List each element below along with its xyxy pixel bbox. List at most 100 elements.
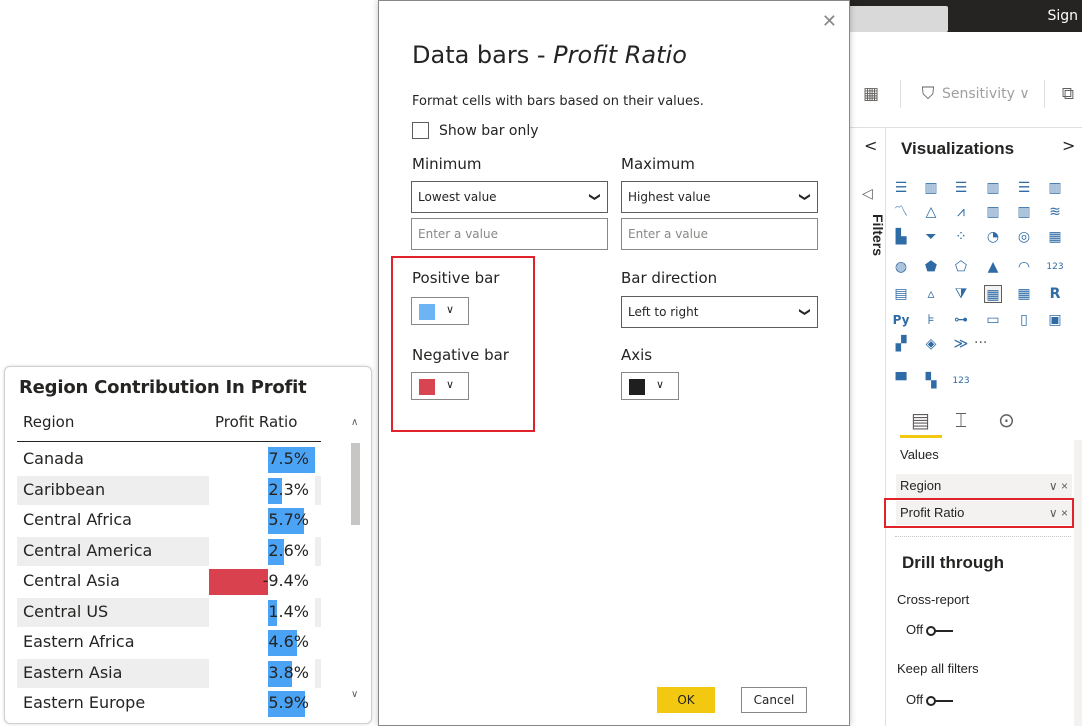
ribbon-chart-icon[interactable]: ≋	[1046, 203, 1064, 221]
maximum-select[interactable]: Highest value ❯	[621, 181, 818, 213]
shape-map-icon[interactable]: ⬠	[952, 258, 970, 276]
donut-chart-icon[interactable]: ◎	[1015, 228, 1033, 246]
highlight-box	[391, 256, 535, 432]
keep-filters-toggle[interactable]: Off	[906, 692, 954, 707]
line-clustered-column-icon[interactable]: ▥	[1015, 203, 1033, 221]
map-icon[interactable]: ◍	[892, 258, 910, 276]
custom-visual-2-icon[interactable]: ▚	[922, 372, 940, 390]
custom-visual-3-icon[interactable]: 123	[952, 372, 970, 390]
collapse-visualizations-icon[interactable]: >	[1062, 136, 1075, 155]
table-row[interactable]: Central Africa 5.7%	[17, 506, 321, 536]
field-well-region[interactable]: Region ∨ ×	[896, 474, 1072, 498]
filled-map-icon[interactable]: ⬟	[922, 258, 940, 276]
power-automate-icon[interactable]: ≫	[952, 335, 970, 353]
funnel-chart-icon[interactable]: ⏷	[922, 228, 940, 246]
clustered-column-chart-icon[interactable]: ▥	[984, 179, 1002, 197]
stacked-bar-chart-icon[interactable]: ☰	[892, 179, 910, 197]
ok-button[interactable]: OK	[657, 687, 715, 713]
chevron-down-icon: ❯	[798, 307, 812, 317]
filters-pane-label[interactable]: Filters	[870, 214, 886, 256]
sensitivity-button[interactable]: Sensitivity ∨	[922, 86, 1030, 102]
ribbon-divider	[1044, 80, 1045, 108]
matrix-icon[interactable]: ▦	[1015, 285, 1033, 303]
100-column-chart-icon[interactable]: ▥	[1046, 179, 1064, 197]
table-row[interactable]: Eastern Europe 5.9%	[17, 689, 321, 719]
stacked-column-chart-icon[interactable]: ▥	[922, 179, 940, 197]
smart-narrative-icon[interactable]: ▯	[1015, 311, 1033, 329]
minimum-value-input[interactable]	[411, 218, 608, 250]
table-row[interactable]: Central America 2.6%	[17, 536, 321, 567]
treemap-icon[interactable]: ▦	[1046, 228, 1064, 246]
axis-color-picker[interactable]: ∨	[621, 372, 679, 400]
maximum-value-input[interactable]	[621, 218, 818, 250]
stacked-area-chart-icon[interactable]: ⩘	[952, 203, 970, 221]
line-chart-icon[interactable]: 〽	[892, 203, 910, 221]
well-controls-icon[interactable]: ∨ ×	[1049, 474, 1068, 498]
area-chart-icon[interactable]: △	[922, 203, 940, 221]
sign-in-link[interactable]: Sign	[1047, 8, 1078, 24]
pane-scrollbar[interactable]	[1074, 440, 1082, 726]
search-box-right[interactable]	[848, 6, 948, 32]
dialog-description: Format cells with bars based on their va…	[412, 94, 704, 109]
python-visual-icon[interactable]: Py	[892, 311, 910, 329]
analytics-tab-icon[interactable]: ⊙	[998, 408, 1015, 432]
region-cell: Eastern Europe	[23, 693, 146, 712]
bar-direction-label: Bar direction	[621, 269, 718, 287]
scroll-up-icon[interactable]: ∧	[351, 417, 358, 428]
visualizations-title: Visualizations	[901, 139, 1015, 158]
table-row[interactable]: Central US 1.4%	[17, 597, 321, 628]
table-row[interactable]: Eastern Africa 4.6%	[17, 628, 321, 658]
column-header-profit-ratio[interactable]: Profit Ratio	[215, 413, 297, 431]
table-row[interactable]: Central Asia -9.4%	[17, 567, 321, 597]
clustered-bar-chart-icon[interactable]: ☰	[952, 179, 970, 197]
table-visual[interactable]: Region Contribution In Profit Region Pro…	[4, 366, 372, 724]
column-header-region[interactable]: Region	[23, 413, 74, 431]
paginated-report-icon[interactable]: ▣	[1046, 311, 1064, 329]
cross-report-toggle[interactable]: Off	[906, 622, 954, 637]
minimum-select[interactable]: Lowest value ❯	[411, 181, 608, 213]
bar-direction-select[interactable]: Left to right ❯	[621, 296, 818, 328]
more-visuals-button[interactable]: ···	[974, 335, 987, 351]
table-row[interactable]: Canada 7.5%	[17, 445, 321, 475]
pie-chart-icon[interactable]: ◔	[984, 228, 1002, 246]
close-icon[interactable]: ✕	[822, 11, 837, 32]
100-bar-chart-icon[interactable]: ☰	[1015, 179, 1033, 197]
waterfall-chart-icon[interactable]: ▙	[892, 228, 910, 246]
table-row[interactable]: Caribbean 2.3%	[17, 475, 321, 506]
card-icon[interactable]: 123	[1046, 258, 1064, 276]
dialog-title: Data bars - Profit Ratio	[412, 41, 687, 69]
format-tab-icon[interactable]: ⌶	[955, 408, 967, 432]
collapse-filters-icon[interactable]: <	[864, 136, 877, 155]
chevron-down-icon: ∨	[656, 378, 665, 391]
line-column-chart-icon[interactable]: ▥	[984, 203, 1002, 221]
r-visual-icon[interactable]: R	[1046, 285, 1064, 303]
publish-icon[interactable]: ⧉	[1058, 84, 1078, 104]
profit-ratio-cell: -9.4%	[209, 567, 315, 597]
show-bar-only-checkbox[interactable]	[412, 122, 429, 139]
axis-label: Axis	[621, 346, 653, 364]
fields-tab-icon[interactable]: ▤	[911, 408, 930, 432]
cancel-button[interactable]: Cancel	[741, 687, 807, 713]
show-bar-only-label[interactable]: Show bar only	[439, 123, 539, 139]
slicer-icon[interactable]: ⧩	[952, 285, 970, 303]
azure-map-icon[interactable]: ▲	[984, 258, 1002, 276]
profit-ratio-value: 4.6%	[268, 632, 309, 651]
region-cell: Central US	[23, 601, 109, 621]
table-scrollbar[interactable]: ∧ ∨	[349, 407, 363, 707]
custom-visual-1-icon[interactable]: ▀	[892, 372, 910, 390]
key-influencers-icon[interactable]: ⊧	[922, 311, 940, 329]
scroll-thumb[interactable]	[351, 443, 360, 525]
table-visual-icon[interactable]: ▦	[984, 285, 1002, 303]
scatter-chart-icon[interactable]: ⁘	[952, 228, 970, 246]
qa-icon[interactable]: ▭	[984, 311, 1002, 329]
scroll-down-icon[interactable]: ∨	[351, 689, 358, 700]
color-swatch	[629, 379, 645, 395]
table-row[interactable]: Eastern Asia 3.8%	[17, 658, 321, 689]
multi-row-card-icon[interactable]: ▤	[892, 285, 910, 303]
gauge-icon[interactable]: ◠	[1015, 258, 1033, 276]
decomposition-tree-icon[interactable]: ⊶	[952, 311, 970, 329]
kpi-icon[interactable]: ▵	[922, 285, 940, 303]
metrics-icon[interactable]: ▞	[892, 335, 910, 353]
calculator-icon[interactable]: ▦	[861, 84, 881, 104]
power-apps-icon[interactable]: ◈	[922, 335, 940, 353]
